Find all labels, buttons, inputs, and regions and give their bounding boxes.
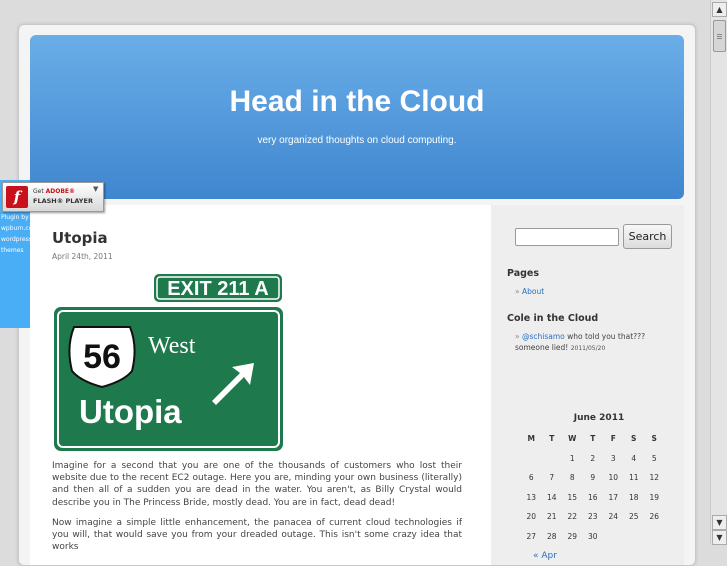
search-button[interactable]: Search	[623, 224, 672, 249]
site-tagline: very organized thoughts on cloud computi…	[257, 135, 457, 146]
calendar-day-name: S	[631, 434, 637, 444]
vertical-scrollbar[interactable]: ▲ ▼ ▼	[710, 0, 727, 545]
flash-logo-icon: f	[6, 186, 28, 208]
bullet-icon: »	[515, 332, 522, 341]
tweet-date[interactable]: 2011/05/20	[571, 345, 606, 352]
calendar-day: 2	[590, 453, 596, 463]
post-title[interactable]: Utopia	[52, 229, 108, 247]
flash-player-label: FLASH® PLAYER	[33, 197, 93, 205]
search-input[interactable]	[515, 228, 619, 246]
site-title[interactable]: Head in the Cloud	[30, 85, 684, 119]
site-header: Head in the Cloud very organized thought…	[30, 35, 684, 199]
calendar-week-row: 13 14 15 16 17 18 19	[521, 488, 677, 508]
calendar-week-row: 1 2 3 4 5	[521, 449, 677, 469]
flash-get-text: Get ADOBE®	[33, 188, 75, 195]
main-content: Utopia April 24th, 2011 EXIT 211 A 56 We…	[30, 205, 491, 565]
calendar: June 2011 M T W T F S S 1 2 3 4 5 6 7 8 9 10 11 12 1…	[521, 413, 677, 546]
calendar-day-name: W	[568, 434, 577, 444]
calendar-header-row: M T W T F S S	[521, 429, 677, 449]
calendar-day: 29	[567, 531, 578, 541]
pages-item-about[interactable]: » About	[515, 287, 544, 296]
twitter-widget-title: Cole in the Cloud	[507, 313, 599, 324]
calendar-day: 5	[651, 453, 657, 463]
download-arrow-icon: ▼	[93, 185, 99, 193]
post-body: Imagine for a second that you are one of…	[52, 460, 462, 561]
calendar-day: 21	[546, 512, 557, 522]
calendar-day: 11	[628, 473, 639, 483]
calendar-day: 14	[546, 492, 557, 502]
plugin-credit[interactable]: Plugin by wpburn.com wordpress themes	[1, 212, 38, 256]
exit-label: EXIT 211 A	[167, 278, 269, 300]
post-paragraph: Imagine for a second that you are one of…	[52, 461, 462, 508]
grip-line	[717, 34, 722, 35]
scroll-down-arrow-icon[interactable]: ▼	[712, 515, 727, 530]
post-paragraph: Now imagine a simple little enhancement,…	[52, 517, 462, 553]
calendar-day: 13	[526, 492, 537, 502]
calendar-day-name: S	[651, 434, 657, 444]
sign-destination: Utopia	[79, 393, 182, 430]
calendar-day: 22	[567, 512, 578, 522]
route-number: 56	[83, 338, 121, 376]
scroll-up-arrow-icon[interactable]: ▲	[712, 2, 727, 17]
calendar-day: 17	[608, 492, 619, 502]
page-container: Head in the Cloud very organized thought…	[18, 24, 696, 566]
calendar-day: 30	[587, 531, 598, 541]
flash-adobe-label: ADOBE®	[45, 188, 76, 195]
calendar-day: 24	[608, 512, 619, 522]
grip-line	[717, 36, 722, 37]
calendar-day-name: M	[527, 434, 535, 444]
calendar-day: 28	[546, 531, 557, 541]
calendar-caption: June 2011	[573, 413, 625, 423]
calendar-day-name: F	[610, 434, 616, 444]
sign-direction: West	[148, 333, 196, 359]
calendar-day: 7	[549, 473, 555, 483]
calendar-day: 27	[526, 531, 537, 541]
calendar-week-row: 6 7 8 9 10 11 12	[521, 468, 677, 488]
scroll-thumb[interactable]	[713, 20, 726, 52]
pages-widget-title: Pages	[507, 268, 540, 279]
calendar-week-row: 20 21 22 23 24 25 26	[521, 507, 677, 527]
calendar-day: 19	[649, 492, 660, 502]
calendar-day: 20	[526, 512, 537, 522]
calendar-day: 8	[569, 473, 575, 483]
grip-line	[717, 38, 722, 39]
calendar-day: 4	[631, 453, 637, 463]
scroll-down-arrow-icon[interactable]: ▼	[712, 530, 727, 545]
calendar-day: 10	[608, 473, 619, 483]
calendar-prev-link[interactable]: « Apr	[533, 551, 557, 561]
calendar-body: 1 2 3 4 5 6 7 8 9 10 11 12 13 14 15 16 17 18 19 20 21 22 23 24 2…	[521, 449, 677, 547]
calendar-day-name: T	[590, 434, 596, 444]
calendar-day: 16	[587, 492, 598, 502]
calendar-day: 9	[590, 473, 596, 483]
calendar-day: 1	[569, 453, 575, 463]
calendar-day: 3	[610, 453, 616, 463]
post-date: April 24th, 2011	[52, 252, 113, 261]
pages-item-label: About	[521, 287, 545, 296]
bullet-icon: »	[515, 287, 522, 296]
calendar-day: 15	[567, 492, 578, 502]
tweet-item: » @schisamo who told you that??? someone…	[515, 331, 675, 354]
calendar-day: 25	[628, 512, 639, 522]
calendar-day: 12	[649, 473, 660, 483]
sidebar: Search Pages » About Cole in the Cloud »…	[491, 205, 684, 565]
highway-sign-image: EXIT 211 A 56 West Utopia	[52, 272, 285, 453]
calendar-day: 18	[628, 492, 639, 502]
calendar-day: 6	[528, 473, 534, 483]
calendar-day: 23	[587, 512, 598, 522]
calendar-day-name: T	[549, 434, 555, 444]
tweet-handle[interactable]: @schisamo	[522, 332, 565, 341]
get-flash-player-badge[interactable]: f Get ADOBE® FLASH® PLAYER ▼	[2, 182, 104, 212]
calendar-week-row: 27 28 29 30	[521, 527, 677, 547]
flash-get-label: Get	[33, 188, 44, 195]
calendar-day: 26	[649, 512, 660, 522]
